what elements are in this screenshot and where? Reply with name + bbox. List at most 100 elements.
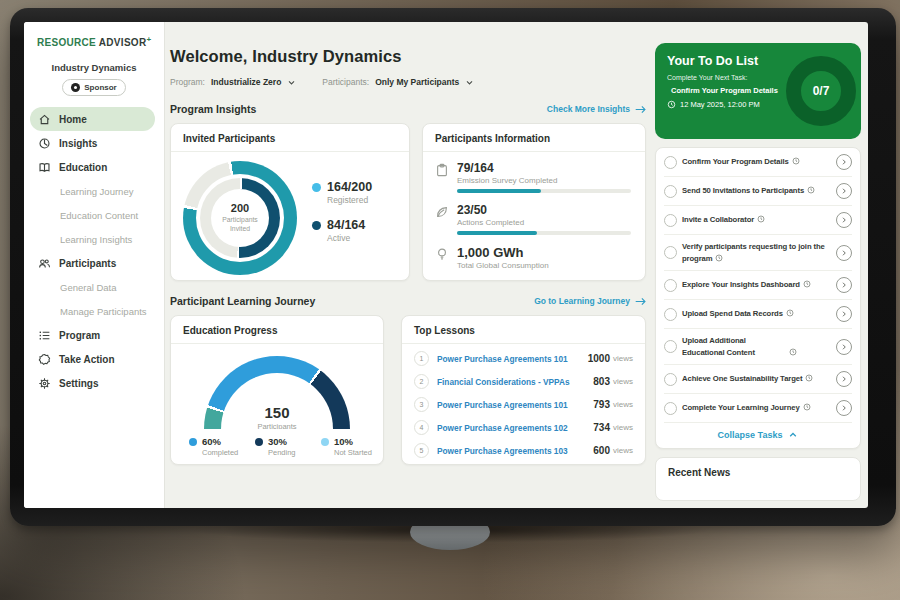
clipboard-icon (435, 163, 449, 177)
section-title: Participant Learning Journey (170, 295, 315, 307)
clock-icon (792, 157, 800, 165)
task-open-button[interactable] (836, 306, 852, 322)
lesson-link[interactable]: Power Purchase Agreements 101 (437, 400, 593, 410)
collapse-tasks-link[interactable]: Collapse Tasks (664, 423, 852, 448)
legend-completed: 60% Completed (189, 436, 255, 457)
clock-icon (786, 309, 794, 317)
chevron-down-icon (465, 78, 474, 87)
sidebar-item-learning-journey[interactable]: Learning Journey (24, 180, 164, 203)
participants-value: Only My Participants (375, 77, 459, 87)
sponsor-icon (71, 83, 80, 92)
lesson-link[interactable]: Financial Considerations - VPPAs (437, 377, 593, 387)
sidebar-item-label: Program (59, 330, 100, 341)
participants-label: Participants: (322, 77, 369, 87)
task-row[interactable]: Upload Additional Educational Content (664, 329, 852, 365)
lesson-link[interactable]: Power Purchase Agreements 102 (437, 423, 593, 433)
legend-dot (312, 183, 321, 192)
clock-icon (789, 348, 797, 356)
lesson-row: 4 Power Purchase Agreements 102 734 view… (402, 416, 645, 439)
task-open-button[interactable] (836, 339, 852, 355)
sidebar-item-general-data[interactable]: General Data (24, 276, 164, 299)
chevron-up-icon (788, 430, 798, 440)
recent-news-card: Recent News (655, 457, 861, 501)
sidebar-item-program[interactable]: Program (24, 324, 164, 347)
legend-active: 84/164 Active (312, 218, 372, 243)
clock-icon (803, 403, 811, 411)
task-checkbox[interactable] (664, 373, 677, 386)
task-checkbox[interactable] (664, 402, 677, 415)
task-checkbox[interactable] (664, 340, 677, 353)
task-row[interactable]: Verify participants requesting to join t… (664, 235, 852, 271)
sidebar-item-label: Education Content (60, 210, 138, 221)
sidebar-item-insights[interactable]: Insights (24, 132, 164, 155)
lesson-row: 1 Power Purchase Agreements 101 1000 vie… (402, 347, 645, 370)
task-row[interactable]: Explore Your Insights Dashboard (664, 271, 852, 300)
sidebar-item-learning-insights[interactable]: Learning Insights (24, 228, 164, 251)
task-checkbox[interactable] (664, 246, 677, 259)
clock-icon (715, 254, 723, 262)
task-checkbox[interactable] (664, 214, 677, 227)
filter-controls: Program: Industrialize Zero Participants… (170, 77, 646, 87)
card-title: Education Progress (171, 316, 383, 344)
education-progress-card: Education Progress 150 Participants 60% (170, 315, 384, 465)
task-row[interactable]: Confirm Your Program Details (664, 148, 852, 177)
sidebar-item-home[interactable]: Home (30, 107, 155, 131)
org-name: Industry Dynamics (24, 62, 164, 73)
card-title: Invited Participants (171, 124, 409, 152)
task-checkbox[interactable] (664, 156, 677, 169)
donut-legend: 164/200 Registered 84/164 Active (312, 180, 372, 256)
task-open-button[interactable] (836, 183, 852, 199)
settings-icon (38, 377, 51, 390)
sidebar-item-label: Learning Journey (60, 186, 133, 197)
lesson-link[interactable]: Power Purchase Agreements 103 (437, 446, 593, 456)
sidebar-item-education-content[interactable]: Education Content (24, 204, 164, 227)
home-icon (38, 113, 51, 126)
stat-actions-completed: 23/50 Actions Completed (435, 203, 631, 235)
app-logo: RESOURCE ADVISOR+ (37, 35, 164, 48)
task-checkbox[interactable] (664, 308, 677, 321)
sidebar-item-manage-participants[interactable]: Manage Participants (24, 300, 164, 323)
task-row[interactable]: Send 50 Invitations to Participants (664, 177, 852, 206)
sidebar-item-education[interactable]: Education (24, 156, 164, 179)
task-row[interactable]: Upload Spend Data Records (664, 300, 852, 329)
section-title: Program Insights (170, 103, 256, 115)
participants-select[interactable]: Participants: Only My Participants (322, 77, 474, 87)
sidebar-nav: Home Insights Education Learning Journey… (24, 107, 164, 395)
task-open-button[interactable] (836, 400, 852, 416)
task-checkbox[interactable] (664, 185, 677, 198)
task-open-button[interactable] (836, 277, 852, 293)
sidebar-item-settings[interactable]: Settings (24, 372, 164, 395)
sponsor-badge[interactable]: Sponsor (62, 79, 126, 96)
program-select[interactable]: Program: Industrialize Zero (170, 77, 296, 87)
leaf-icon (435, 205, 449, 219)
task-open-button[interactable] (836, 371, 852, 387)
go-to-learning-journey-link[interactable]: Go to Learning Journey (534, 296, 646, 306)
task-checkbox[interactable] (664, 279, 677, 292)
insights-cards: Invited Participants 200 Participants In… (170, 123, 646, 281)
task-open-button[interactable] (836, 154, 852, 170)
clock-icon (667, 100, 676, 109)
todo-subtitle: Complete Your Next Task: (667, 74, 777, 81)
lesson-link[interactable]: Power Purchase Agreements 101 (437, 354, 588, 364)
task-open-button[interactable] (836, 245, 852, 261)
stat-global-consumption: 1,000 GWh Total Global Consumption (435, 245, 631, 270)
education-gauge-chart: 150 Participants (204, 356, 350, 429)
program-icon (38, 329, 51, 342)
task-row[interactable]: Invite a Collaborator (664, 206, 852, 235)
sidebar-item-label: Education (59, 162, 107, 173)
todo-next-task: Confirm Your Program Details (667, 86, 777, 95)
program-label: Program: (170, 77, 205, 87)
check-more-insights-link[interactable]: Check More Insights (547, 104, 646, 114)
sidebar-item-take-action[interactable]: Take Action (24, 348, 164, 371)
task-open-button[interactable] (836, 212, 852, 228)
task-row[interactable]: Complete Your Learning Journey (664, 394, 852, 423)
progress-bar (457, 231, 631, 235)
invited-participants-card: Invited Participants 200 Participants In… (170, 123, 410, 281)
lesson-row: 3 Power Purchase Agreements 101 793 view… (402, 393, 645, 416)
program-insights-header: Program Insights Check More Insights (170, 103, 646, 115)
recent-news-title: Recent News (668, 467, 848, 478)
task-row[interactable]: Achieve One Sustainability Target (664, 365, 852, 394)
sidebar-item-participants[interactable]: Participants (24, 252, 164, 275)
sidebar-item-label: Settings (59, 378, 98, 389)
page-title: Welcome, Industry Dynamics (170, 47, 646, 66)
